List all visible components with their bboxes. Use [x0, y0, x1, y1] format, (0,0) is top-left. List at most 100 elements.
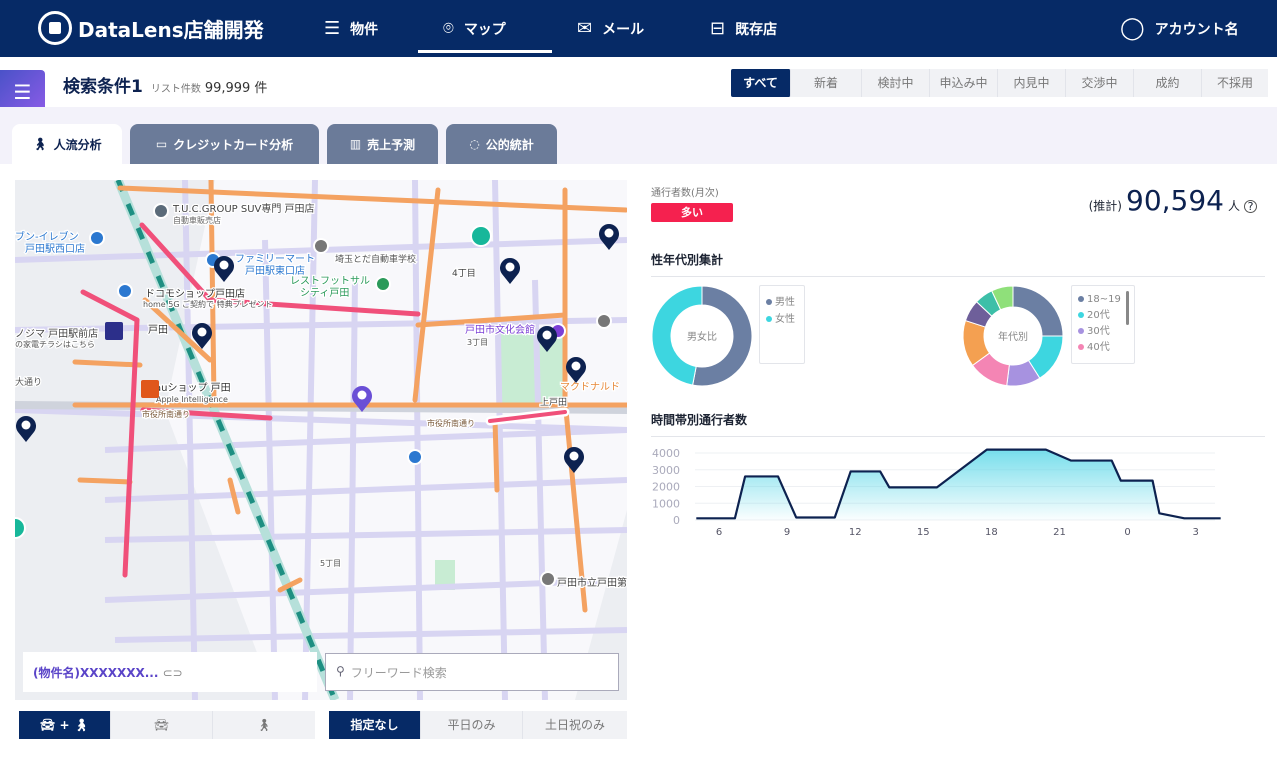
day-weekday[interactable]: 平日のみ [421, 711, 523, 739]
traffic-estimate: (推計) 90,594 人? [1089, 184, 1257, 217]
age-donut-chart: 年代別 [962, 285, 1064, 387]
store-marker-icon [470, 225, 492, 247]
legend-scrollbar[interactable] [1126, 291, 1129, 325]
property-info[interactable]: (物件名)XXXXXXX... ⊂⊃ [23, 652, 317, 692]
estimate-prefix: (推計) [1088, 199, 1122, 213]
status-applying[interactable]: 申込み中 [930, 69, 998, 97]
store-marker-icon [15, 517, 26, 539]
condition-name: 検索条件1 [63, 77, 143, 97]
legend-label: 18~19 [1087, 294, 1121, 305]
map-label: 戸田 [148, 324, 168, 336]
traffic-label: 通行者数(月次) [651, 188, 719, 199]
status-reviewing[interactable]: 検討中 [862, 69, 930, 97]
legend-item: 40代 [1078, 340, 1128, 356]
tab-public-stats[interactable]: ◌ 公的統計 [446, 124, 557, 164]
datalens-logo-icon [38, 11, 72, 45]
legend-label: 30代 [1087, 326, 1110, 337]
credit-card-icon: ▭ [155, 137, 168, 151]
map-label: 戸田駅西口店 [25, 242, 85, 255]
bar-chart-icon: ▥ [349, 137, 362, 151]
y-tick-label: 3000 [652, 464, 680, 477]
gender-donut-chart: 男女比 [651, 285, 753, 387]
car-icon: 🚘︎ [153, 718, 170, 732]
status-new[interactable]: 新着 [791, 69, 862, 97]
nav-existing-stores[interactable]: ⊟ 既存店 [710, 0, 777, 57]
map-label: home 5G ご契約で 特典プレゼント [143, 299, 273, 309]
pin-dot [604, 228, 614, 238]
free-word-search[interactable]: ⚲ フリーワード検索 [325, 653, 619, 691]
traffic-road-medium [77, 477, 133, 485]
poi-icon [407, 449, 423, 465]
map-label: 戸田市文化会館 [465, 323, 535, 336]
question-circle-icon[interactable]: ? [1244, 200, 1257, 213]
map-label: auショップ 戸田 [155, 382, 231, 394]
search-input[interactable]: フリーワード検索 [351, 664, 447, 680]
nav-properties[interactable]: ☰ 物件 [324, 0, 378, 57]
map-label: ノジマ 戸田駅前店 [15, 327, 98, 340]
property-pin-icon[interactable] [16, 416, 36, 442]
legend-item: 女性 [766, 311, 798, 328]
store-check-icon: ⊟ [710, 18, 726, 39]
map-label: レストフットサル [290, 275, 370, 287]
x-tick-label: 18 [985, 527, 998, 538]
brand-logo[interactable]: DataLens店舗開発 [38, 11, 264, 45]
x-tick-label: 3 [1193, 527, 1199, 538]
day-any[interactable]: 指定なし [329, 711, 421, 739]
day-filter-group: 指定なし 平日のみ 土日祝のみ [329, 711, 627, 739]
age-legend[interactable]: 18~19 20代 30代 40代 [1071, 285, 1135, 364]
pin-dot [219, 260, 229, 270]
walk-icon: 🚶︎ [256, 718, 272, 732]
nav-map[interactable]: ⌾ マップ [443, 0, 506, 57]
mail-icon: ✉ [577, 18, 593, 39]
map-label: 4丁目 [452, 268, 476, 279]
pin-dot [357, 390, 367, 400]
map-canvas[interactable]: T.U.C.GROUP SUV専門 戸田店自動車販売店ブン-イレブン戸田駅西口店… [15, 180, 627, 700]
status-rejected[interactable]: 不採用 [1202, 69, 1268, 97]
mode-walk[interactable]: 🚶︎ [213, 711, 315, 739]
walk-icon: 🚶︎ [73, 718, 89, 732]
nav-mail[interactable]: ✉ メール [577, 0, 644, 57]
property-name: (物件名)XXXXXXX... [33, 666, 159, 680]
account-name: アカウント名 [1154, 21, 1239, 38]
mode-car[interactable]: 🚘︎ [111, 711, 213, 739]
map-label: の家電チラシはこちら [15, 339, 95, 349]
tab-people-flow[interactable]: 🚶︎ 人流分析 [12, 124, 122, 164]
x-tick-label: 15 [917, 527, 930, 538]
map-label: 戸田市立戸田第 [557, 576, 627, 589]
x-tick-label: 21 [1053, 527, 1066, 538]
map-view[interactable]: T.U.C.GROUP SUV専門 戸田店 自動車販売店 ブン-イレブン 戸田駅西口店… [15, 180, 627, 700]
pin-dot [197, 327, 207, 337]
tab-sales-forecast[interactable]: ▥ 売上予測 [327, 124, 438, 164]
legend-item: 18~19 [1078, 292, 1128, 308]
walking-person-icon: 🚶︎ [32, 137, 48, 151]
tab-label: 公的統計 [485, 137, 534, 152]
y-tick-label: 1000 [652, 497, 680, 510]
map-label: 5丁目 [320, 559, 341, 568]
traffic-value: 90,594 [1126, 184, 1224, 217]
nojima-store-icon [105, 322, 123, 340]
search-condition-title: 検索条件1 リスト件数 99,999 件 [63, 72, 267, 97]
pin-dot [569, 451, 579, 461]
tab-label: 売上予測 [367, 137, 416, 152]
map-label: 市役所南通り [142, 409, 190, 419]
tab-credit-card[interactable]: ▭ クレジットカード分析 [130, 124, 319, 164]
active-nav-indicator [418, 50, 552, 53]
status-all[interactable]: すべて [731, 69, 791, 97]
status-contracted[interactable]: 成約 [1134, 69, 1202, 97]
status-viewing[interactable]: 内見中 [998, 69, 1066, 97]
mode-car-and-walk[interactable]: 🚘︎ + 🚶︎ [19, 711, 111, 739]
poi-icon [117, 283, 133, 299]
account-menu[interactable]: ◯ アカウント名 [1120, 0, 1239, 57]
ring-chart-icon: ◌ [469, 137, 480, 151]
status-negotiating[interactable]: 交渉中 [1066, 69, 1134, 97]
traffic-road-medium [72, 359, 143, 368]
legend-item: 30代 [1078, 324, 1128, 340]
link-icon[interactable]: ⊂⊃ [163, 666, 183, 680]
poi-icon [596, 313, 612, 329]
nav-label: メール [602, 21, 645, 38]
hourly-chart-title: 時間帯別通行者数 [651, 413, 748, 427]
map-label: 市役所南通り [427, 418, 475, 428]
count-label: リスト件数 [150, 84, 201, 95]
x-tick-label: 9 [784, 527, 790, 538]
day-weekend-holiday[interactable]: 土日祝のみ [523, 711, 627, 739]
